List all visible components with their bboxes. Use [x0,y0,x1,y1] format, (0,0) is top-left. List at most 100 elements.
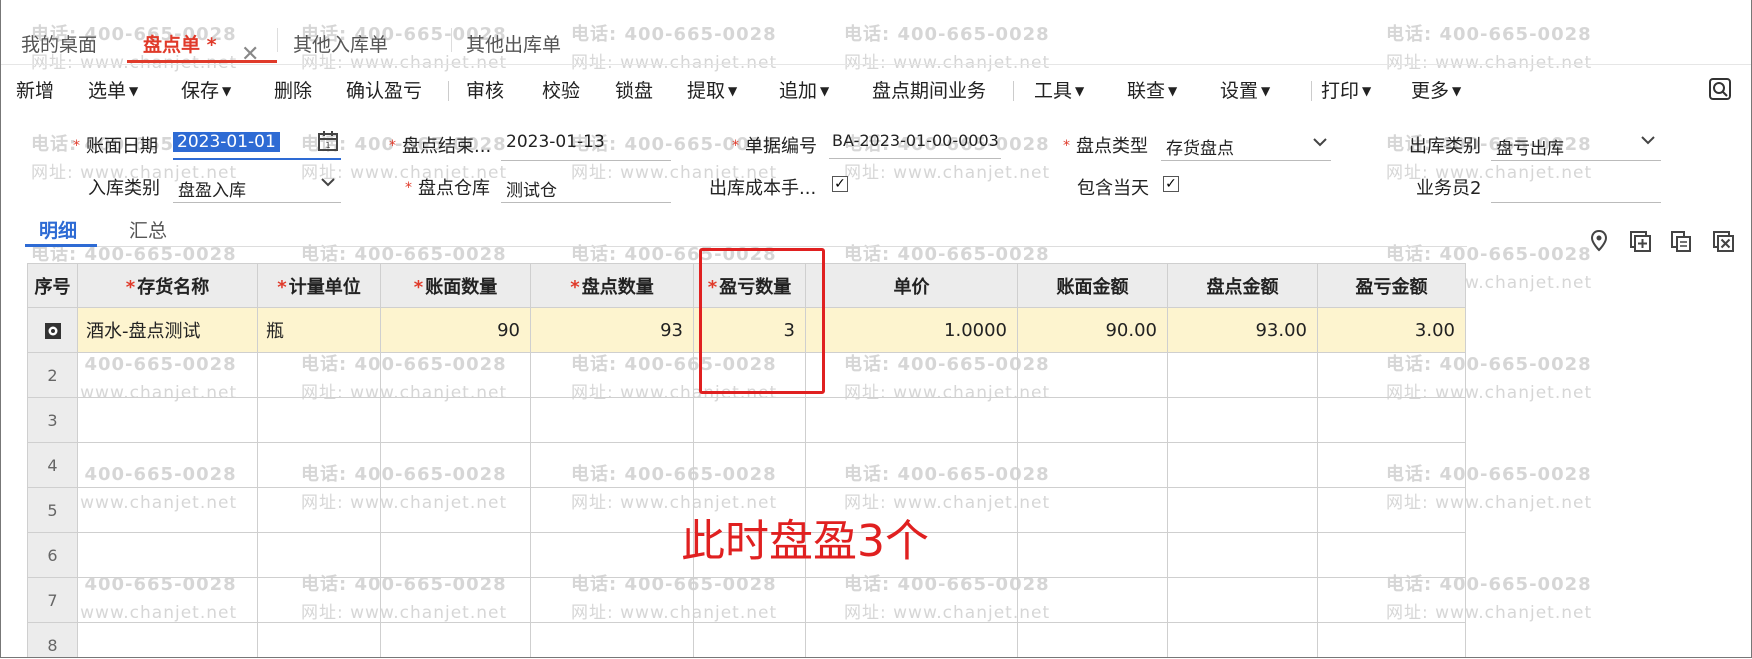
end-date-value[interactable]: 2023-01-13 [506,132,605,152]
field-underline [1491,160,1661,161]
doc-no-value[interactable]: BA-2023-01-00-0003 [832,131,999,150]
include-today-checkbox[interactable]: ✓ [1163,176,1179,192]
search-icon[interactable] [1709,78,1731,100]
select-doc-button[interactable]: 选单 ▼ [88,76,138,103]
cell-price[interactable]: 1.0000 [805,307,1018,353]
more-button[interactable]: 更多 ▼ [1411,76,1461,103]
add-row-icon[interactable] [1628,229,1652,253]
chevron-down-icon: ▼ [1261,84,1271,98]
app-window: 电话: 400-665-0028 网址: www.chanjet.net 电话: 4… [0,0,1752,658]
chevron-down-icon: ▼ [1075,84,1085,98]
date-underline [173,158,341,160]
chevron-down-icon: ▼ [129,84,139,98]
field-underline [1161,160,1331,161]
tools-button[interactable]: 工具 ▼ [1034,76,1084,103]
outbound-category-label: 出库类别 [1409,136,1481,157]
col-header-item-name[interactable]: * 存货名称 [77,263,258,308]
chevron-down-icon: ▼ [1452,84,1462,98]
outbound-cost-checkbox[interactable]: ✓ [832,176,848,192]
col-header-index: 序号 [27,263,78,308]
warehouse-label: * 盘点仓库 [405,178,490,199]
settings-button[interactable]: 设置 ▼ [1220,76,1270,103]
period-business-button[interactable]: 盘点期间业务 [872,76,986,103]
print-button[interactable]: 打印 ▼ [1321,76,1371,103]
location-pin-icon[interactable] [1587,229,1611,253]
tab-other-inbound[interactable]: 其他入库单 [293,30,388,57]
col-header-price[interactable]: 单价 [805,263,1018,308]
col-header-count-qty[interactable]: * 盘点数量 [530,263,694,308]
chevron-down-icon: ▼ [728,84,738,98]
col-header-unit[interactable]: * 计量单位 [257,263,381,308]
tab-other-outbound[interactable]: 其他出库单 [466,30,561,57]
table-row[interactable]: 8 [27,622,1466,657]
field-underline [173,202,341,203]
tab-divider [277,28,278,52]
include-today-label: 包含当天 [1077,178,1149,199]
verify-button[interactable]: 校验 [542,76,580,103]
cell-diff-amount[interactable]: 3.00 [1317,307,1466,353]
copy-row-icon[interactable] [1669,229,1693,253]
table-row[interactable]: 4 [27,442,1466,488]
new-button[interactable]: 新增 [16,76,54,103]
confirm-profit-loss-button[interactable]: 确认盈亏 [346,76,422,103]
annotation-text: 此时盘盈3个 [681,516,929,567]
cell-count-amount[interactable]: 93.00 [1167,307,1318,353]
divider [25,246,1467,247]
inbound-category-label: 入库类别 [88,178,160,199]
tab-summary[interactable]: 汇总 [129,216,167,243]
col-header-diff-amount[interactable]: 盈亏金额 [1317,263,1466,308]
tab-bar: 我的桌面 盘点单 * ✕ 其他入库单 其他出库单 [1,14,1751,67]
row-number: 4 [27,442,78,488]
save-button[interactable]: 保存 ▼ [181,76,231,103]
chevron-down-icon[interactable] [1639,134,1657,146]
calendar-icon[interactable]: 1 [317,130,339,152]
active-tab-indicator [127,60,277,63]
book-date-input[interactable]: 2023-01-01 [173,132,280,152]
approve-button[interactable]: 审核 [466,76,504,103]
table-row[interactable]: 3 [27,397,1466,443]
query-button[interactable]: 联查 ▼ [1127,76,1177,103]
col-header-book-qty[interactable]: * 账面数量 [380,263,531,308]
row-number: 2 [27,352,78,398]
warehouse-value[interactable]: 测试仓 [506,176,557,201]
toolbar-divider [1013,81,1014,101]
delete-row-icon[interactable] [1711,229,1735,253]
field-underline [501,202,671,203]
toolbar: 新增 选单 ▼ 保存 ▼ 删除 确认盈亏 审核 校验 锁盘 提取 ▼ 追加 ▼ 盘点期间… [1,72,1751,104]
toolbar-divider [448,81,449,101]
chevron-down-icon[interactable] [319,176,337,188]
chevron-down-icon: ▼ [1168,84,1178,98]
lock-button[interactable]: 锁盘 [615,76,653,103]
book-date-label: * 账面日期 [73,136,158,157]
toolbar-divider [1311,81,1312,101]
cell-book-amount[interactable]: 90.00 [1017,307,1168,353]
cell-unit[interactable]: 瓶 [257,307,381,353]
col-header-book-amount[interactable]: 账面金额 [1017,263,1168,308]
row-number: 8 [27,622,78,657]
tab-divider [451,28,452,52]
table-row[interactable]: 7 [27,577,1466,623]
chevron-down-icon[interactable] [1311,136,1329,148]
row-number: 3 [27,397,78,443]
watermark-site: 网址: www.chanjet.net [844,163,1051,183]
doc-no-label: * 单据编号 [732,136,817,157]
append-button[interactable]: 追加 ▼ [779,76,829,103]
extract-button[interactable]: 提取 ▼ [687,76,737,103]
tab-desktop[interactable]: 我的桌面 [21,30,97,57]
col-header-count-amount[interactable]: 盘点金额 [1167,263,1318,308]
cell-book-qty[interactable]: 90 [380,307,531,353]
cell-item-name[interactable]: 酒水-盘点测试 [77,307,258,353]
delete-button[interactable]: 删除 [274,76,312,103]
outbound-cost-label: 出库成本手... [709,178,817,199]
stocktake-type-select[interactable]: 存货盘点 [1166,134,1234,159]
outbound-category-select[interactable]: 盘亏出库 [1496,134,1564,159]
gear-icon[interactable] [44,322,62,340]
row-settings-cell[interactable] [27,307,78,353]
active-subtab-indicator [25,244,97,247]
inbound-category-select[interactable]: 盘盈入库 [178,176,246,201]
cell-count-qty[interactable]: 93 [530,307,694,353]
divider [1,64,1751,65]
tab-stocktake[interactable]: 盘点单 * [143,30,217,57]
tab-detail[interactable]: 明细 [39,216,77,243]
salesman-input[interactable] [1491,202,1661,203]
